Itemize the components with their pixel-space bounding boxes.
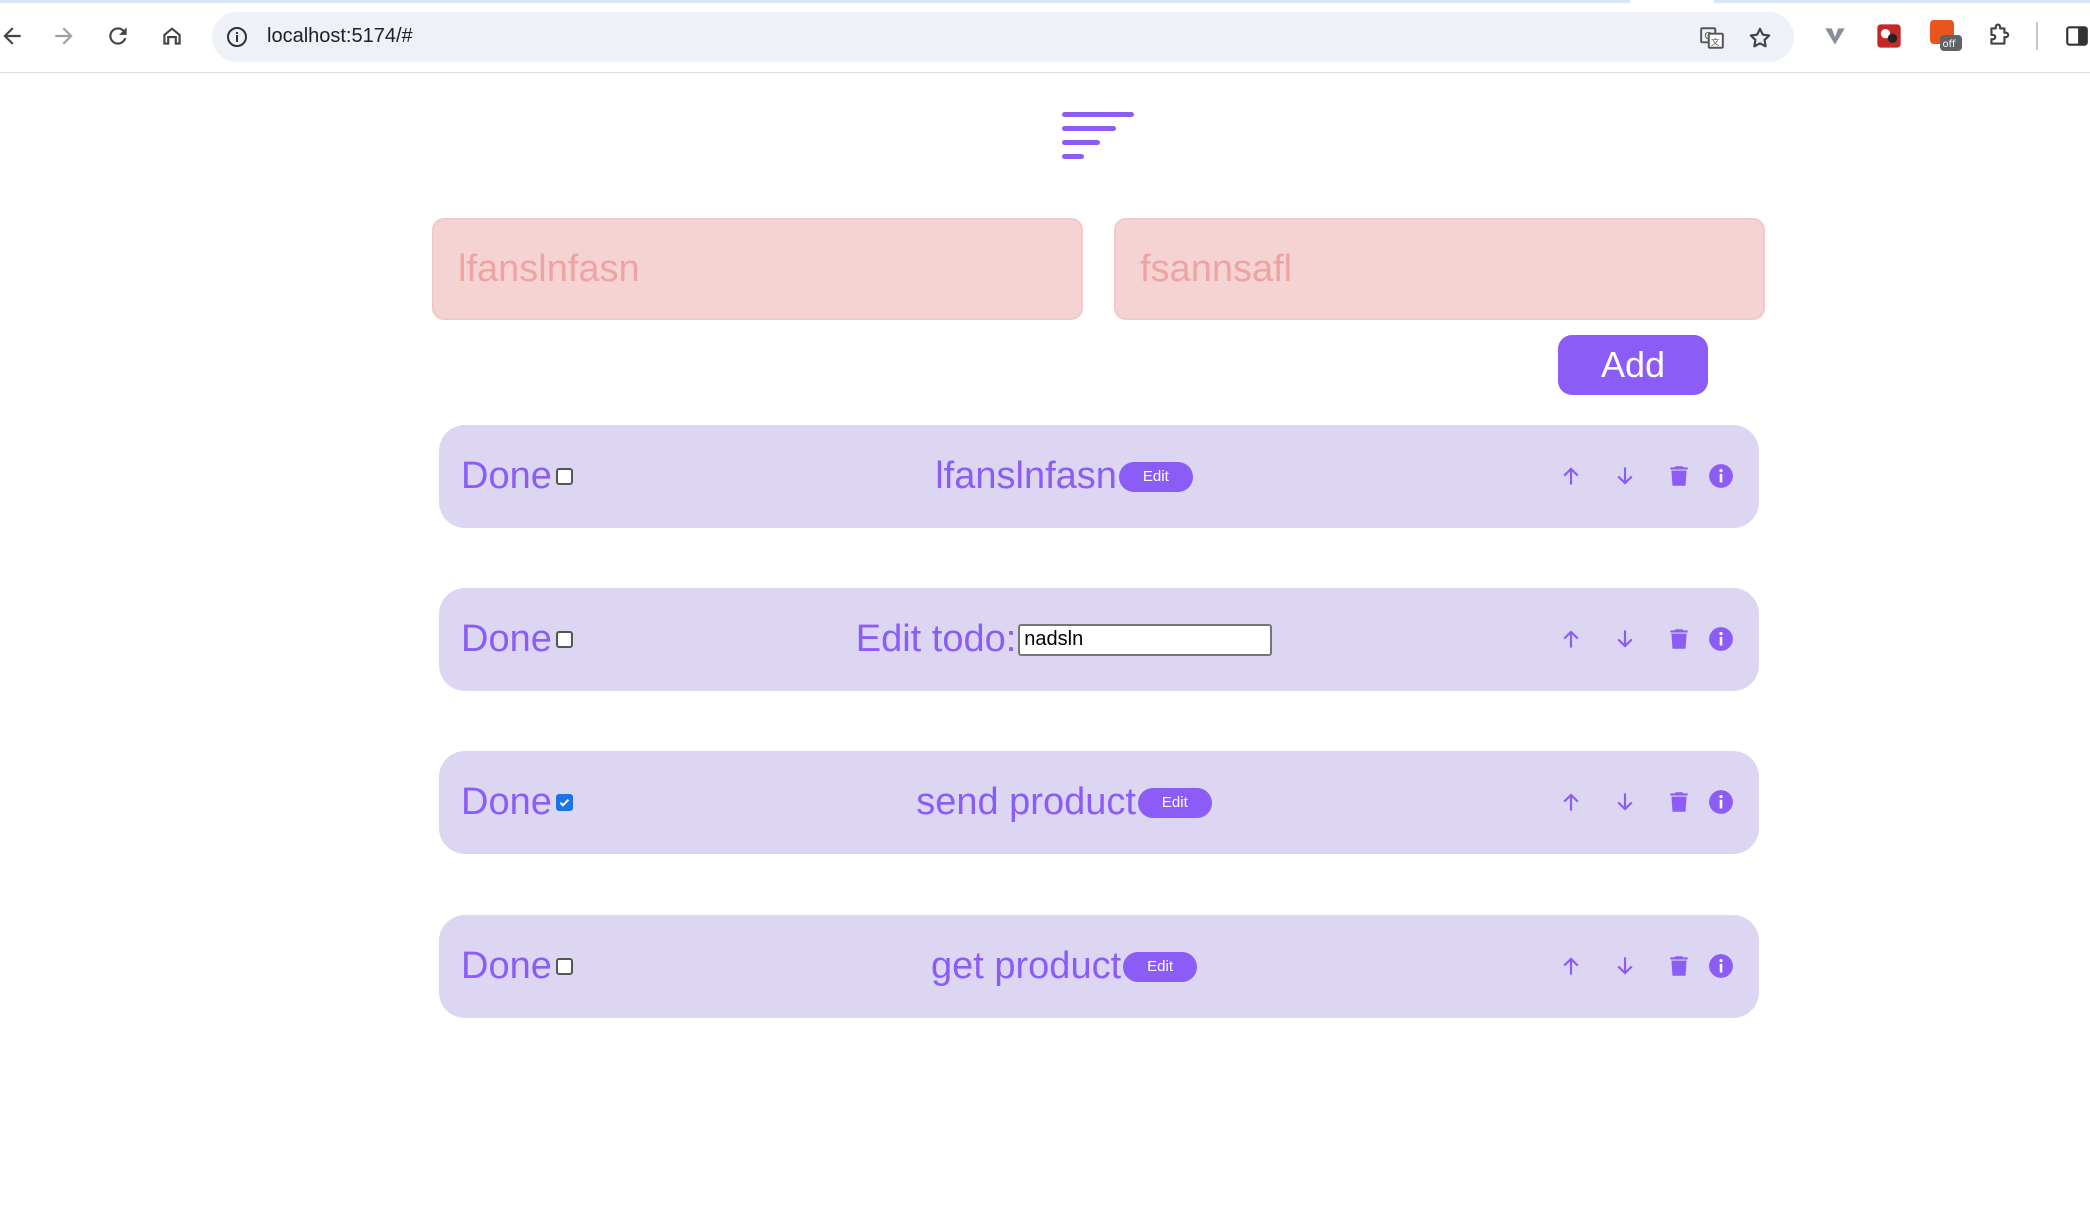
move-up-button[interactable]: [1556, 787, 1586, 817]
edit-button[interactable]: Edit: [1137, 787, 1212, 818]
todo-item: Done get product Edit: [439, 915, 1759, 1018]
edit-todo-input[interactable]: nadsln: [1018, 623, 1273, 656]
move-down-button[interactable]: [1610, 951, 1640, 981]
forward-icon: [55, 27, 73, 45]
site-info-icon[interactable]: [224, 24, 250, 50]
info-circle-icon: [1709, 954, 1733, 978]
todo-title-input-value: lfanslnfasn: [458, 247, 640, 290]
forward-button[interactable]: [44, 16, 84, 56]
info-circle-icon: [1709, 790, 1733, 814]
loading-bar: [0, 0, 2090, 3]
move-down-button[interactable]: [1610, 624, 1640, 654]
toolbar-divider: [2036, 22, 2038, 50]
home-icon: [163, 27, 181, 45]
browser-toolbar: localhost:5174/# G文 off: [0, 0, 2090, 73]
translate-icon[interactable]: G文: [1696, 22, 1728, 54]
trash-icon: [1670, 792, 1688, 812]
bookmark-star-icon[interactable]: [1744, 22, 1776, 54]
info-button[interactable]: [1706, 787, 1736, 817]
todo-description-input-value: fsannsafl: [1140, 247, 1293, 290]
edit-todo-input-value: nadsln: [1024, 628, 1084, 650]
move-down-button[interactable]: [1610, 787, 1640, 817]
info-circle-icon: [1709, 627, 1733, 651]
todo-item: Done lfanslnfasn Edit: [439, 425, 1759, 528]
url-text[interactable]: localhost:5174/#: [267, 25, 413, 48]
info-circle-icon: [1709, 464, 1733, 488]
edit-button[interactable]: Edit: [1118, 461, 1193, 492]
arrow-down-icon: [1617, 467, 1633, 485]
extensions-puzzle-icon[interactable]: [1982, 18, 2016, 54]
extension-off-icon[interactable]: off: [1928, 18, 1962, 54]
info-button[interactable]: [1706, 461, 1736, 491]
move-down-button[interactable]: [1610, 461, 1640, 491]
move-up-button[interactable]: [1556, 624, 1586, 654]
sort-lines-icon: [1062, 110, 1134, 160]
side-panel-icon[interactable]: [2060, 18, 2090, 54]
info-button[interactable]: [1706, 624, 1736, 654]
extension-v-icon[interactable]: [1818, 18, 1852, 54]
reload-button[interactable]: [98, 16, 138, 56]
delete-button[interactable]: [1664, 951, 1694, 981]
arrow-down-icon: [1617, 957, 1633, 975]
move-up-button[interactable]: [1556, 951, 1586, 981]
trash-icon: [1670, 956, 1688, 976]
todo-item: Done Edit todo: nadsln: [439, 588, 1759, 691]
delete-button[interactable]: [1664, 461, 1694, 491]
arrow-up-icon: [1563, 793, 1579, 811]
add-button[interactable]: Add: [1558, 335, 1708, 395]
move-up-button[interactable]: [1556, 461, 1586, 491]
trash-icon: [1670, 629, 1688, 649]
arrow-up-icon: [1563, 630, 1579, 648]
arrow-down-icon: [1617, 630, 1633, 648]
arrow-up-icon: [1563, 467, 1579, 485]
home-button[interactable]: [152, 16, 192, 56]
todo-title-input[interactable]: lfanslnfasn: [432, 218, 1083, 320]
todo-description-input[interactable]: fsannsafl: [1114, 218, 1765, 320]
edit-todo-label: Edit todo:: [855, 618, 1017, 660]
extension-red-icon[interactable]: [1872, 18, 1906, 54]
todo-item: Done send product Edit: [439, 751, 1759, 854]
back-icon: [3, 27, 21, 45]
extension-badge: off: [1943, 39, 1957, 50]
todo-title: lfanslnfasn: [935, 455, 1117, 497]
arrow-down-icon: [1617, 793, 1633, 811]
back-button[interactable]: [0, 16, 32, 56]
edit-button[interactable]: Edit: [1123, 951, 1197, 982]
arrow-up-icon: [1563, 957, 1579, 975]
reload-icon: [109, 27, 127, 45]
todo-title: get product: [931, 945, 1122, 987]
address-bar[interactable]: localhost:5174/# G文: [212, 12, 1794, 62]
todo-title: send product: [916, 781, 1136, 823]
delete-button[interactable]: [1664, 787, 1694, 817]
info-button[interactable]: [1706, 951, 1736, 981]
trash-icon: [1670, 466, 1688, 486]
svg-text:文: 文: [1711, 36, 1720, 48]
delete-button[interactable]: [1664, 624, 1694, 654]
